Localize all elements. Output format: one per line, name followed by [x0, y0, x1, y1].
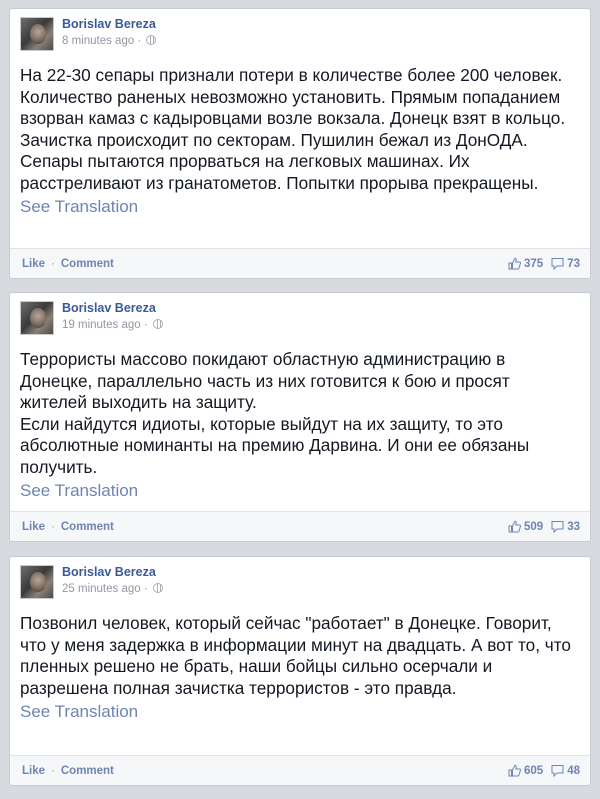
- like-button[interactable]: Like: [22, 765, 45, 777]
- comment-bubble-icon: [551, 765, 564, 777]
- avatar[interactable]: [20, 17, 54, 51]
- like-count[interactable]: 605: [508, 764, 543, 777]
- thumbs-up-icon: [508, 520, 522, 533]
- thumbs-up-icon: [508, 764, 522, 777]
- post-counts: 509 33: [500, 520, 580, 533]
- post-header: Borislav Bereza 8 minutes ago ·: [10, 9, 590, 57]
- post-meta: 8 minutes ago ·: [62, 35, 157, 47]
- post-text: На 22-30 сепары признали потери в количе…: [10, 57, 590, 194]
- post-counts: 605 48: [500, 764, 580, 777]
- comment-count-value: 73: [567, 257, 580, 270]
- globe-icon: [152, 583, 163, 593]
- comment-bubble-icon: [551, 521, 564, 533]
- post-meta: 25 minutes ago ·: [62, 583, 163, 595]
- post-footer: Like · Comment 605 48: [10, 755, 590, 785]
- post-card: Borislav Bereza 8 minutes ago · На 22-30…: [9, 8, 591, 279]
- post-header: Borislav Bereza 25 minutes ago ·: [10, 557, 590, 605]
- post-card: Borislav Bereza 19 minutes ago · Террори…: [9, 292, 591, 542]
- post-card: Borislav Bereza 25 minutes ago · Позвони…: [9, 556, 591, 786]
- post-counts: 375 73: [500, 257, 580, 270]
- author-name[interactable]: Borislav Bereza: [62, 565, 156, 579]
- post-actions: Like · Comment: [22, 258, 114, 270]
- avatar[interactable]: [20, 565, 54, 599]
- like-button[interactable]: Like: [22, 258, 45, 270]
- post-timestamp[interactable]: 19 minutes ago ·: [62, 319, 148, 331]
- like-count-value: 509: [524, 520, 544, 533]
- comment-count[interactable]: 33: [551, 520, 580, 533]
- post-paragraph: Позвонил человек, который сейчас "работа…: [20, 613, 571, 698]
- post-timestamp[interactable]: 25 minutes ago ·: [62, 583, 148, 595]
- globe-icon: [152, 319, 163, 329]
- post-timestamp[interactable]: 8 minutes ago ·: [62, 35, 141, 47]
- action-separator: ·: [51, 258, 55, 270]
- post-paragraph: Если найдутся идиоты, которые выйдут на …: [20, 413, 530, 477]
- like-button[interactable]: Like: [22, 521, 45, 533]
- comment-count[interactable]: 73: [551, 257, 580, 270]
- comment-button[interactable]: Comment: [61, 258, 114, 270]
- post-text: Террористы массово покидают областную ад…: [10, 341, 590, 478]
- post-meta: 19 minutes ago ·: [62, 319, 163, 331]
- post-footer: Like · Comment 509 33: [10, 511, 590, 541]
- author-name[interactable]: Borislav Bereza: [62, 301, 156, 315]
- see-translation-link[interactable]: See Translation: [10, 699, 590, 723]
- post-paragraph: Террористы массово покидают областную ад…: [20, 349, 510, 412]
- comment-button[interactable]: Comment: [61, 765, 114, 777]
- globe-icon: [146, 35, 157, 45]
- like-count[interactable]: 509: [508, 520, 543, 533]
- comment-count-value: 48: [567, 764, 580, 777]
- post-header: Borislav Bereza 19 minutes ago ·: [10, 293, 590, 341]
- see-translation-link[interactable]: See Translation: [10, 478, 590, 502]
- thumbs-up-icon: [508, 257, 522, 270]
- post-footer: Like · Comment 375 73: [10, 248, 590, 278]
- comment-bubble-icon: [551, 258, 564, 270]
- author-name[interactable]: Borislav Bereza: [62, 17, 156, 31]
- post-actions: Like · Comment: [22, 521, 114, 533]
- action-separator: ·: [51, 521, 55, 533]
- like-count-value: 605: [524, 764, 544, 777]
- action-separator: ·: [51, 765, 55, 777]
- like-count-value: 375: [524, 257, 544, 270]
- comment-button[interactable]: Comment: [61, 521, 114, 533]
- post-paragraph: На 22-30 сепары признали потери в количе…: [20, 65, 566, 193]
- post-text: Позвонил человек, который сейчас "работа…: [10, 605, 590, 699]
- post-actions: Like · Comment: [22, 765, 114, 777]
- comment-count[interactable]: 48: [551, 764, 580, 777]
- like-count[interactable]: 375: [508, 257, 543, 270]
- see-translation-link[interactable]: See Translation: [10, 194, 590, 218]
- comment-count-value: 33: [567, 520, 580, 533]
- avatar[interactable]: [20, 301, 54, 335]
